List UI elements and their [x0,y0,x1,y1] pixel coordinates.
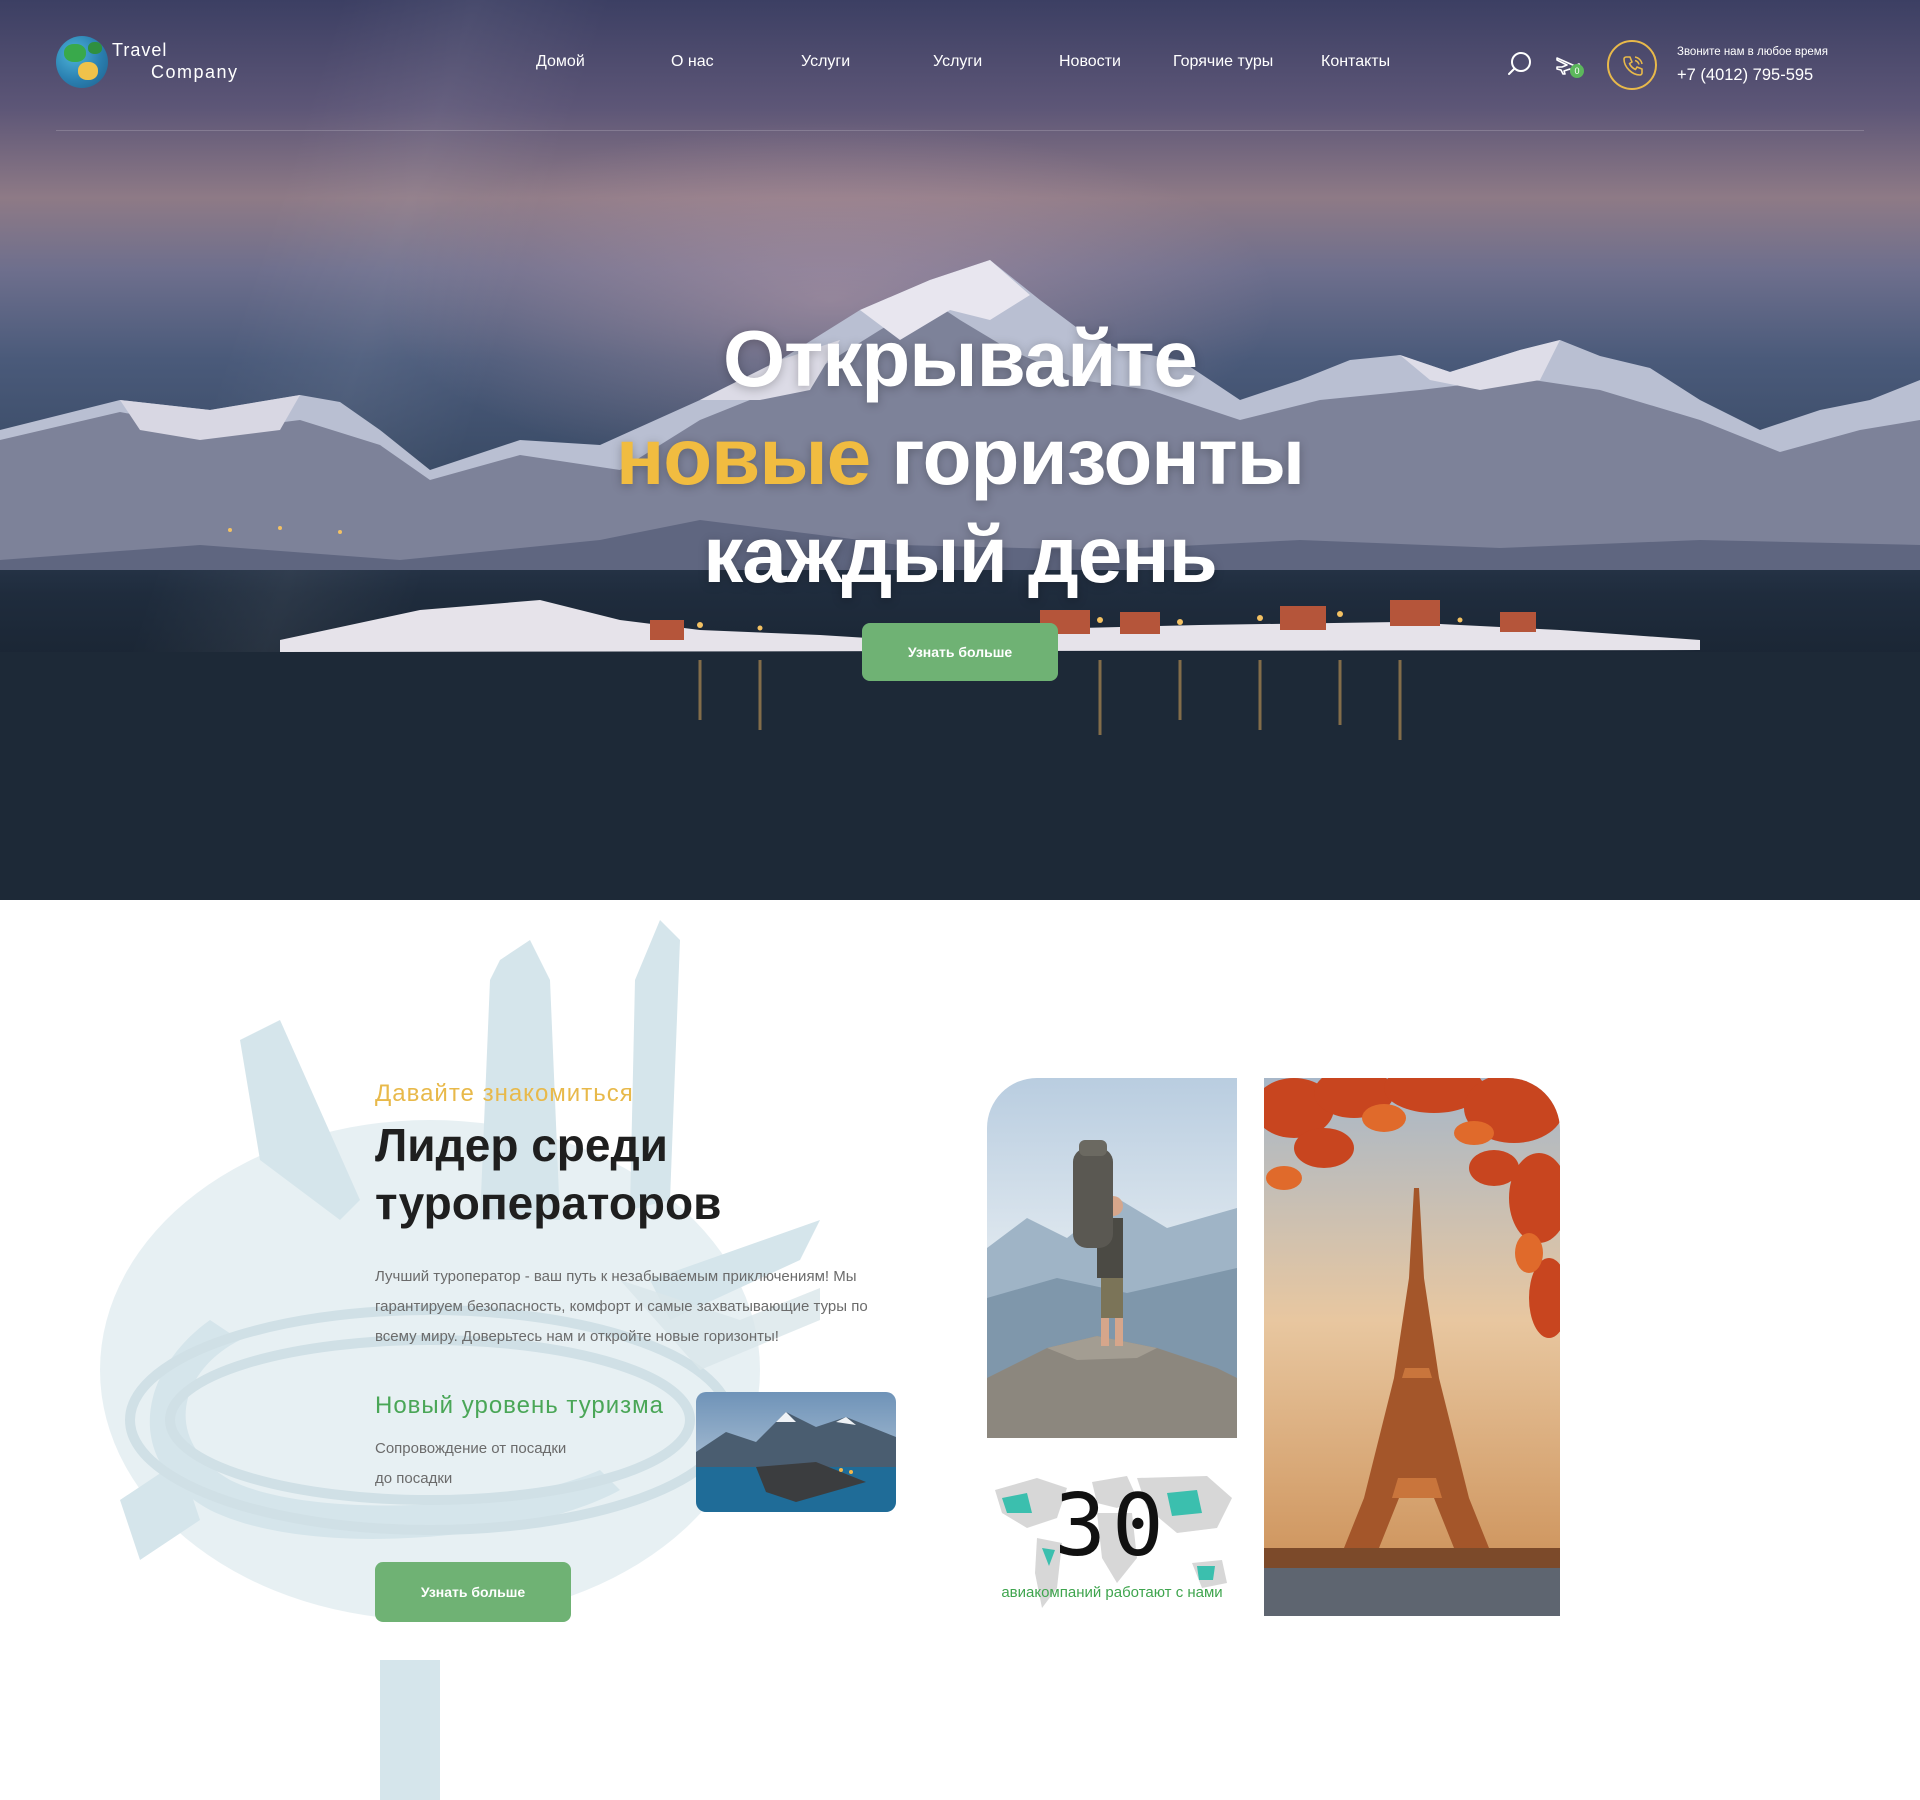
phone-icon [1623,56,1643,76]
nav-item-about[interactable]: О нас [671,53,714,71]
airlines-count: 30 [1054,1476,1170,1576]
hiker-mountain-photo [987,1078,1237,1438]
nav-item-contacts[interactable]: Контакты [1321,53,1390,71]
nav-item-hot-tours[interactable]: Горячие туры [1173,53,1273,71]
feature-title: Новый уровень туризма [375,1392,665,1419]
nav-item-news[interactable]: Новости [1059,53,1121,71]
phone-number[interactable]: +7 (4012) 795-595 [1677,66,1813,85]
globe-icon [56,36,108,88]
phone-call-button[interactable] [1607,40,1657,90]
airlines-label: авиакомпаний работают с нами [1001,1584,1223,1601]
hero-headline: Открывайте новые горизонты каждый день [0,310,1920,604]
about-eyebrow: Давайте знакомиться [375,1080,634,1107]
nav-item-services[interactable]: Услуги [801,53,850,71]
nav-item-services-2[interactable]: Услуги [933,53,982,71]
search-icon[interactable] [1506,50,1534,78]
brand-name-line2: Company [151,62,239,82]
call-anytime-label: Звоните нам в любое время [1677,46,1828,58]
about-title-line2: туроператоров [375,1177,722,1229]
about-title: Лидер среди туроператоров [375,1116,895,1232]
about-learn-more-button[interactable]: Узнать больше [375,1562,571,1622]
brand-name-line1: Travel [112,40,168,60]
airlines-stat: 30 авиакомпаний работают с нами [987,1468,1237,1616]
fjord-thumbnail-image [696,1392,896,1512]
headline-line3: каждый день [703,510,1218,599]
feature-description: Сопровождение от посадки до посадки [375,1440,567,1487]
cart-count-badge: 0 [1570,64,1584,78]
nav-item-home[interactable]: Домой [536,53,585,71]
hero-section: Travel Company Домой О нас Услуги Услуги… [0,0,1920,900]
about-description: Лучший туроператор - ваш путь к незабыва… [375,1268,868,1345]
headline-line2: горизонты [891,412,1305,501]
headline-highlight: новые [615,412,871,501]
header-divider [56,130,1864,131]
brand-logo[interactable]: Travel Company [56,36,256,96]
eiffel-tower-autumn-photo [1264,1078,1560,1616]
headline-line1: Открывайте [722,314,1198,403]
about-title-line1: Лидер среди [375,1119,668,1171]
hero-learn-more-button[interactable]: Узнать больше [862,623,1058,681]
